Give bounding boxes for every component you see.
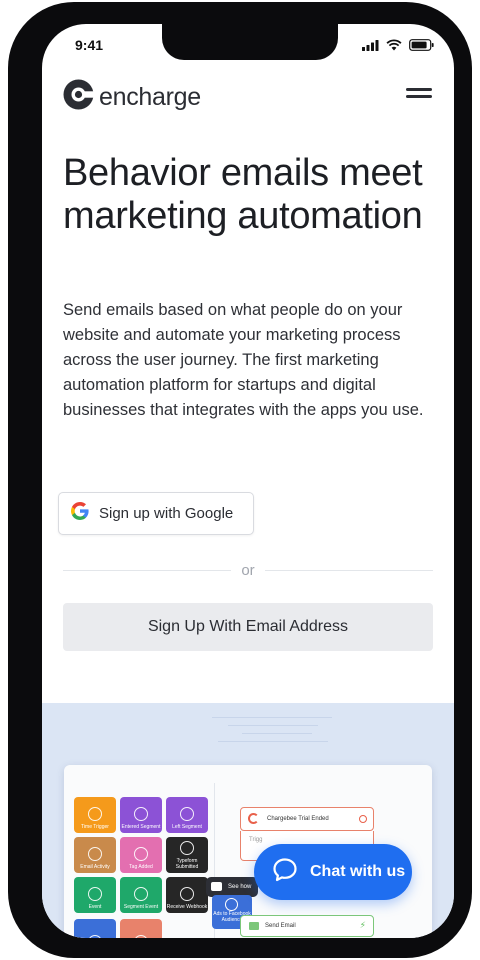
signal-icon [362,38,379,56]
hero-description: Send emails based on what people do on y… [63,301,424,419]
battery-icon [409,38,434,56]
flow-trigger-sub: Trigg [249,837,263,843]
chat-label: Chat with us [310,863,406,880]
or-label: or [241,561,255,579]
workflow-tile-partial [120,919,162,938]
see-how-label: See how [228,884,252,890]
divider-line-left [63,569,232,571]
hamburger-menu-icon[interactable] [406,88,432,104]
workflow-tile-icon [88,807,102,821]
workflow-tile-icon [134,847,148,861]
screen: 9:41 encharge Behavior emails meet marke… [42,24,454,938]
divider-line-right [264,569,433,571]
google-icon [71,502,89,525]
workflow-tile-label: Time Trigger [81,824,109,830]
workflow-tile-icon [134,887,148,901]
or-divider: or [63,560,433,580]
target-icon [359,815,367,823]
workflow-tile-icon [88,847,102,861]
chat-with-us-button[interactable]: Chat with us [254,844,412,900]
wifi-icon [386,38,402,56]
workflow-tile: Tag Added [120,837,162,873]
status-icons [362,38,434,56]
workflow-tile: Event [74,877,116,913]
workflow-tile-icon [88,887,102,901]
google-signup-button[interactable]: Sign up with Google [58,492,254,535]
logo-text: encharge [99,82,201,111]
bolt-icon: ⚡ [359,920,366,930]
send-email-label: Send Email [265,923,296,929]
logo[interactable]: encharge [62,78,201,116]
workflow-tile-icon [134,807,148,821]
see-how-video-badge[interactable]: See how [206,877,258,897]
google-signup-label: Sign up with Google [99,505,234,522]
flow-trigger-title: Chargebee Trial Ended [267,816,329,822]
status-time: 9:41 [75,37,104,53]
workflow-tile-label: Tag Added [129,864,153,870]
workflow-tile-label: Entered Segment [121,824,161,830]
play-icon [211,882,222,891]
workflow-tile-icon [180,887,194,901]
workflow-tile-label: Segment Event [123,904,159,910]
workflow-tile-partial [74,919,116,938]
hero-title: Behavior emails meet marketing automatio… [63,152,423,237]
workflow-tile-label: Email Activity [80,864,110,870]
workflow-tile: Segment Event [120,877,162,913]
workflow-tile-label: Left Segment [172,824,202,830]
phone-frame: 9:41 encharge Behavior emails meet marke… [8,2,472,958]
workflow-tile-label: Event [88,904,102,910]
email-icon [249,922,259,930]
workflow-tile: Email Activity [74,837,116,873]
product-preview: Time Trigger Entered Segment Left Segment E… [42,703,454,938]
workflow-tile: Receive Webhook [166,877,208,913]
workflow-tile: Time Trigger [74,797,116,833]
send-email-node: Send Email ⚡ [240,915,374,937]
encharge-logo-icon [62,78,95,116]
chargebee-icon [248,813,259,824]
notch [162,24,338,60]
facebook-icon [225,898,238,911]
workflow-tile-label: Receive Webhook [166,904,208,910]
site-header: encharge [42,76,454,120]
workflow-tile-label: Typeform Submitted [175,858,199,870]
workflow-tile: Typeform Submitted [166,837,208,873]
flow-trigger-node: Chargebee Trial Ended [240,807,374,831]
email-signup-button[interactable]: Sign Up With Email Address [63,603,433,651]
workflow-tile: Entered Segment [120,797,162,833]
workflow-tile: Left Segment [166,797,208,833]
chat-bubble-icon [272,857,298,888]
workflow-tile-icon [180,807,194,821]
workflow-tile-icon [180,841,194,855]
